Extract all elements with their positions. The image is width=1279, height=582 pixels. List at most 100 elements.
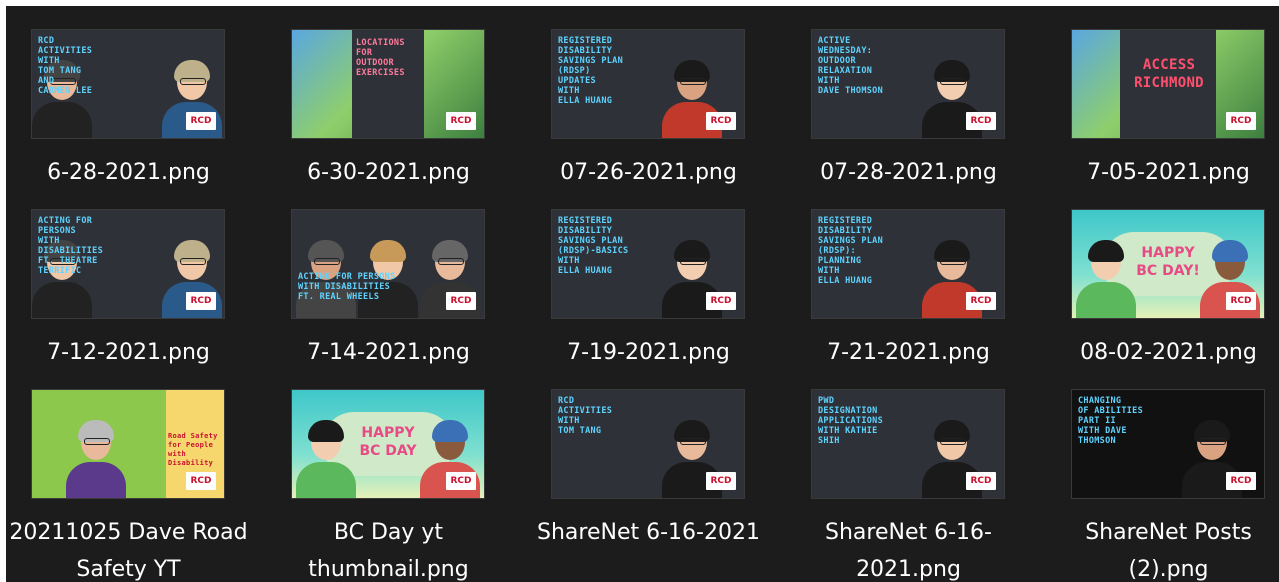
file-thumbnail[interactable]: ACTING FOR PERSONS WITH DISABILITIES FT. R…	[292, 210, 484, 318]
thumbnail-title-line: with	[168, 450, 187, 458]
file-item[interactable]: CHANGING OF ABILITIES PART II WITH DAVE THOM…	[1046, 366, 1279, 582]
file-thumbnail[interactable]: ACTIVE WEDNESDAY: OUTDOOR RELAXATION WITH DAV…	[812, 30, 1004, 138]
file-item[interactable]: ACCESS RICHMOND RCD 7-05-2021.png	[1046, 6, 1279, 186]
file-name[interactable]: BC Day yt thumbnail.png	[266, 514, 511, 582]
thumbnail-title-line: WITH DISABILITIES	[298, 282, 391, 292]
glasses-icon	[84, 438, 110, 445]
thumbnail-title: RCD ACTIVITIES WITH TOM TANG	[558, 396, 658, 436]
thumbnail-title-line: OF ABILITIES	[1078, 406, 1144, 416]
file-thumbnail[interactable]: ACTING FOR PERSONS WITH DISABILITIES FT. THE…	[32, 210, 224, 318]
person-body	[296, 462, 356, 498]
file-thumbnail[interactable]: RCD ACTIVITIES WITH TOM TANG RCD	[552, 390, 744, 498]
file-thumbnail[interactable]: Road Safety for People with Disability RCD	[32, 390, 224, 498]
thumbnail-title: ACTIVE WEDNESDAY: OUTDOOR RELAXATION WITH DAV…	[818, 36, 918, 96]
file-item[interactable]: REGISTERED DISABILITY SAVINGS PLAN (RDSP) UP…	[526, 6, 786, 186]
person-body	[66, 462, 126, 498]
thumbnail-title-line: PLANNING	[818, 256, 862, 266]
thumbnail-title-line: UPDATES	[558, 76, 596, 86]
thumbnail-title-line: (RDSP):	[818, 246, 856, 256]
thumbnail-title-line: DISABILITY	[558, 226, 613, 236]
file-item[interactable]: PWD DESIGNATION APPLICATIONS WITH KATHIE SHI…	[786, 366, 1046, 582]
thumbnail-title-line: CARMEN LEE	[38, 86, 93, 96]
glasses-icon	[1200, 438, 1226, 445]
thumbnail-title-line: AND	[38, 76, 55, 86]
thumbnail-title-line: APPLICATIONS	[818, 416, 884, 426]
file-thumbnail[interactable]: REGISTERED DISABILITY SAVINGS PLAN (RDSP) UP…	[552, 30, 744, 138]
thumbnail-title-line: PERSONS	[38, 226, 76, 236]
rcd-logo: RCD	[966, 112, 996, 130]
thumbnail-title-line: WITH	[558, 86, 580, 96]
person-body	[1076, 282, 1136, 318]
file-thumbnail[interactable]: HAPPY BC DAY RCD	[292, 390, 484, 498]
file-name[interactable]: ShareNet 6-16-2021	[526, 514, 771, 551]
file-thumbnail[interactable]: ACCESS RICHMOND RCD	[1072, 30, 1264, 138]
thumbnail-title-line: ACTIVITIES	[558, 406, 613, 416]
file-item[interactable]: HAPPY BC DAY RCD BC Day yt thumbnail.png	[266, 366, 526, 582]
thumbnail-title-line: WITH	[818, 266, 840, 276]
file-item[interactable]: ACTING FOR PERSONS WITH DISABILITIES FT. R…	[266, 186, 526, 366]
rcd-logo: RCD	[706, 112, 736, 130]
file-thumbnail[interactable]: REGISTERED DISABILITY SAVINGS PLAN (RDSP)-B…	[552, 210, 744, 318]
rcd-logo: RCD	[706, 472, 736, 490]
thumbnail-title-line: REGISTERED	[558, 216, 613, 226]
rcd-logo: RCD	[186, 472, 216, 490]
glasses-icon	[438, 258, 464, 265]
file-thumbnail[interactable]: PWD DESIGNATION APPLICATIONS WITH KATHIE SHI…	[812, 390, 1004, 498]
file-item[interactable]: RCD ACTIVITIES WITH TOM TANG RCD ShareNet 6-1…	[526, 366, 786, 546]
thumbnail-title-line: FT. REAL WHEELS	[298, 292, 380, 302]
thumbnail-title: ACCESS RICHMOND	[1124, 56, 1214, 92]
thumbnail-title-line: WITH	[558, 256, 580, 266]
thumbnail-title-line: FOR	[356, 48, 373, 58]
file-item[interactable]: ACTING FOR PERSONS WITH DISABILITIES FT. THE…	[6, 186, 266, 366]
person-hair	[1088, 240, 1124, 262]
thumbnail-title-line: RCD	[38, 36, 55, 46]
thumbnail-title-line: WITH	[818, 76, 840, 86]
thumbnail-title: REGISTERED DISABILITY SAVINGS PLAN (RDSP)-B…	[558, 216, 658, 276]
thumbnail-title-line: LOCATIONS	[356, 38, 405, 48]
rcd-logo: RCD	[186, 112, 216, 130]
glasses-icon	[680, 258, 706, 265]
rcd-logo: RCD	[446, 292, 476, 310]
thumbnail-title-line: WITH DAVE	[1078, 426, 1127, 436]
file-thumbnail[interactable]: LOCATIONS FOR OUTDOOR EXERCISES RCD	[292, 30, 484, 138]
file-item[interactable]: REGISTERED DISABILITY SAVINGS PLAN (RDSP): P…	[786, 186, 1046, 366]
file-name[interactable]: ShareNet 6-16-2021.png	[786, 514, 1031, 582]
person-photo	[66, 418, 126, 498]
file-thumbnail[interactable]: REGISTERED DISABILITY SAVINGS PLAN (RDSP): P…	[812, 210, 1004, 318]
file-thumbnail[interactable]: HAPPY BC DAY! RCD	[1072, 210, 1264, 318]
thumbnail-title: REGISTERED DISABILITY SAVINGS PLAN (RDSP): P…	[818, 216, 918, 286]
thumbnail-title-line: for People	[168, 441, 214, 449]
file-name[interactable]: ShareNet Posts (2).png	[1046, 514, 1279, 582]
file-thumbnail[interactable]: RCD ACTIVITIES WITH TOM TANG AND CARMEN LEE RC…	[32, 30, 224, 138]
glasses-icon	[314, 258, 340, 265]
person-body	[32, 102, 92, 138]
glasses-icon	[940, 438, 966, 445]
thumbnail-title-line: ACTIVE	[818, 36, 851, 46]
rcd-logo: RCD	[1226, 472, 1256, 490]
file-name[interactable]: 20211025 Dave Road Safety YT	[6, 514, 251, 582]
file-item[interactable]: REGISTERED DISABILITY SAVINGS PLAN (RDSP)-B…	[526, 186, 786, 366]
thumbnail-title-line: ELLA HUANG	[558, 96, 613, 106]
thumbnail-title: REGISTERED DISABILITY SAVINGS PLAN (RDSP) UP…	[558, 36, 658, 106]
thumbnail-title-line: WITH KATHIE	[818, 426, 878, 436]
thumbnail-title-line: REGISTERED	[558, 36, 613, 46]
file-item[interactable]: LOCATIONS FOR OUTDOOR EXERCISES RCD 6-30-2021…	[266, 6, 526, 186]
thumbnail-title: CHANGING OF ABILITIES PART II WITH DAVE THOM…	[1078, 396, 1178, 446]
thumbnail-title-line: RICHMOND	[1134, 75, 1204, 91]
file-item[interactable]: Road Safety for People with Disability RCD 20…	[6, 366, 266, 582]
glasses-icon	[680, 78, 706, 85]
file-item[interactable]: RCD ACTIVITIES WITH TOM TANG AND CARMEN LEE RC…	[6, 6, 266, 186]
thumbnail-title-line: REGISTERED	[818, 216, 873, 226]
thumbnail-title-line: Road Safety	[168, 432, 218, 440]
thumbnail-title-line: DAVE THOMSON	[818, 86, 884, 96]
thumbnail-title-line: WITH	[38, 236, 60, 246]
file-thumbnail[interactable]: CHANGING OF ABILITIES PART II WITH DAVE THOM…	[1072, 390, 1264, 498]
file-item[interactable]: HAPPY BC DAY! RCD 08-02-2021.png	[1046, 186, 1279, 366]
rcd-logo: RCD	[966, 472, 996, 490]
person-photo	[296, 418, 356, 498]
person-body	[32, 282, 92, 318]
rcd-logo: RCD	[446, 472, 476, 490]
thumbnail-title-line: RELAXATION	[818, 66, 873, 76]
thumbnail-title: PWD DESIGNATION APPLICATIONS WITH KATHIE SHI…	[818, 396, 918, 446]
file-item[interactable]: ACTIVE WEDNESDAY: OUTDOOR RELAXATION WITH DAV…	[786, 6, 1046, 186]
